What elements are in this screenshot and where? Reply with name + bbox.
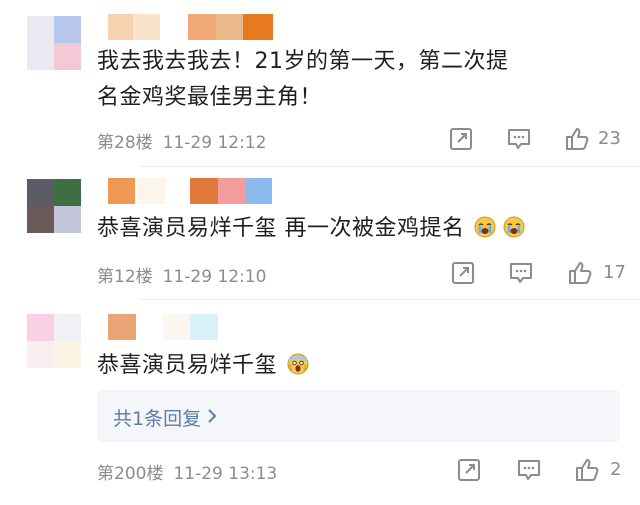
floor-number: 第200楼 [97,464,164,484]
username[interactable] [108,14,273,40]
timestamp: 11-29 12:10 [162,267,267,287]
comment-meta: 第28楼 11-29 12:12 [97,128,276,153]
username-blur [108,314,136,340]
username-blur [188,14,216,40]
username[interactable] [108,178,273,204]
like-icon[interactable] [567,260,593,286]
share-icon[interactable] [450,260,476,286]
like-count: 17 [603,262,626,283]
username-blur [245,178,272,204]
comment-text: 恭喜演员易烊千玺 再一次被金鸡提名 [97,211,637,247]
avatar[interactable] [27,179,82,234]
comment-actions: 17 [440,260,640,290]
avatar[interactable] [27,16,82,71]
crying-emoji-icon [503,216,524,238]
username-blur [108,178,135,204]
username-blur [190,178,218,204]
avatar-tile [54,43,81,70]
comment-actions: 2 [440,457,640,487]
avatar-tile [54,179,81,206]
comment-icon[interactable] [516,457,542,483]
avatar-tile [27,341,54,368]
comment-actions: 23 [440,126,640,156]
username-blur [216,14,243,40]
like-icon[interactable] [574,457,600,483]
comment-text-body: 恭喜演员易烊千玺 [97,353,278,378]
avatar[interactable] [27,314,82,369]
comment-item: 恭喜演员易烊千玺 共1条回复 第200楼 11-29 13:13 2 [0,299,640,505]
avatar-tile [54,314,81,341]
username-blur [190,314,218,340]
username[interactable] [108,314,218,340]
like-icon[interactable] [564,126,590,152]
comment-item: 恭喜演员易烊千玺 再一次被金鸡提名 第12楼 11-29 12:10 17 [0,166,640,299]
timestamp: 11-29 12:12 [162,133,267,153]
avatar-tile [54,16,81,43]
avatar-tile [27,16,54,43]
comment-icon[interactable] [508,260,534,286]
comment-text: 我去我去我去！21岁的第一天，第二次提名金鸡奖最佳男主角！ [97,49,509,110]
comment-icon[interactable] [506,126,532,152]
crying-emoji-icon [474,216,496,238]
like-count: 2 [610,459,622,480]
reply-count-label: 共1条回复 [113,408,202,430]
comment-item: 我去我去我去！21岁的第一天，第二次提名金鸡奖最佳男主角！ 第28楼 11-29 … [0,0,640,165]
username-blur [163,314,190,340]
avatar-tile [27,179,54,206]
chevron-right-icon [208,409,217,423]
scream-emoji-icon [286,353,309,375]
share-icon[interactable] [456,457,482,483]
like-count: 23 [598,128,621,149]
comment-text: 恭喜演员易烊千玺 [97,348,637,384]
username-blur [138,178,166,204]
username-blur [133,14,160,40]
comment-text-body: 恭喜演员易烊千玺 再一次被金鸡提名 [97,216,465,241]
share-icon[interactable] [448,126,474,152]
floor-number: 第28楼 [97,133,153,153]
avatar-tile [27,206,54,233]
username-blur [218,178,245,204]
timestamp: 11-29 13:13 [173,464,278,484]
avatar-tile [27,43,54,70]
username-blur [243,14,273,40]
avatar-tile [54,341,81,368]
username-blur [108,14,133,40]
avatar-tile [54,206,81,233]
avatar-tile [27,314,54,341]
floor-number: 第12楼 [97,267,153,287]
comment-meta: 第12楼 11-29 12:10 [97,262,276,287]
replies-link[interactable]: 共1条回复 [97,390,620,442]
comment-meta: 第200楼 11-29 13:13 [97,459,287,484]
